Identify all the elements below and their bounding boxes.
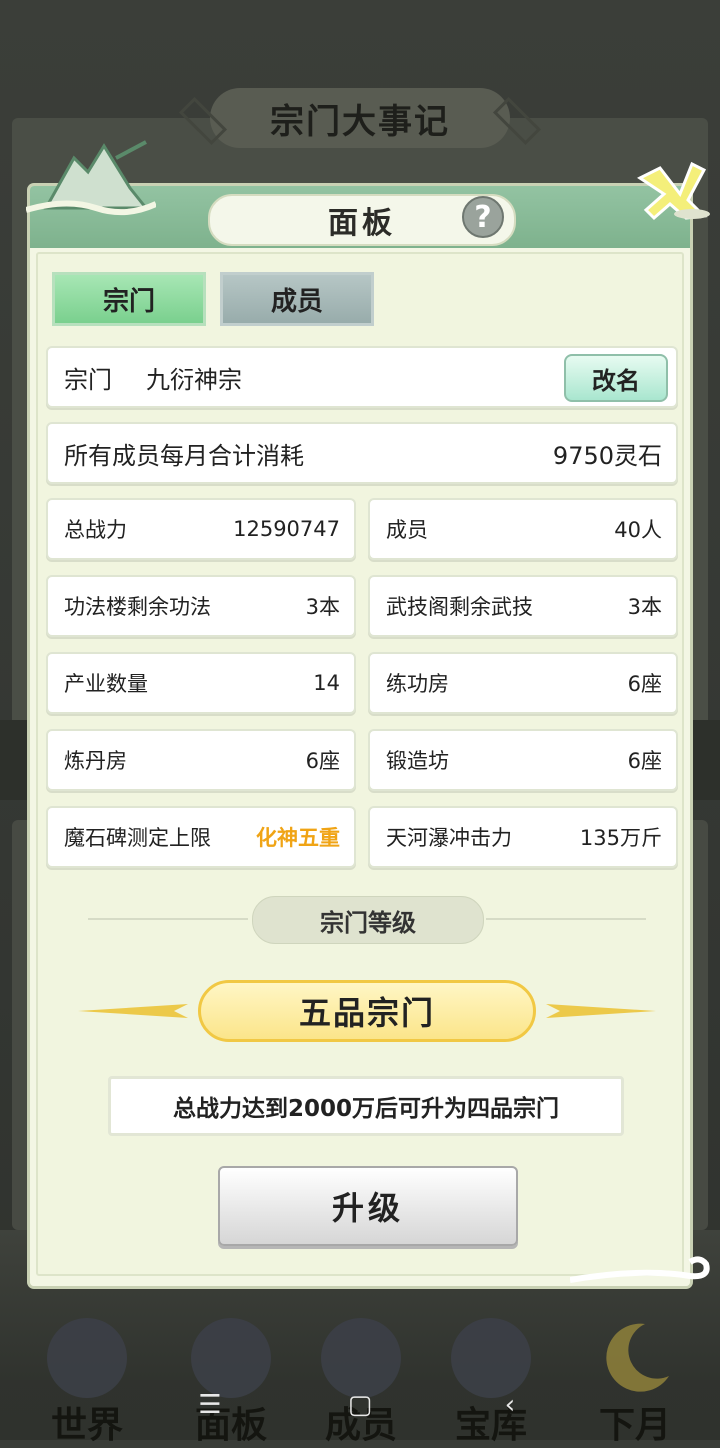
stat-label: 总战力 [64,518,127,542]
modal-content: 宗门 成员 宗门 九衍神宗 改名 所有成员每月合计消耗 9750灵石 总战力 1… [36,252,684,1276]
stat-label: 魔石碑测定上限 [64,826,211,850]
stat-value: 6座 [627,749,662,773]
wing-right-icon [546,1004,656,1018]
back-icon[interactable]: ‹ [490,1388,530,1422]
upgrade-button[interactable]: 升级 [218,1166,518,1246]
panel-modal: 面板 ? 宗门 成员 宗门 九衍神宗 改名 所有成员每月合计消耗 9750灵石 [26,140,710,1286]
tab-members[interactable]: 成员 [220,272,374,326]
stat-magic-stone-limit: 魔石碑测定上限 化神五重 [46,806,356,868]
background-title: 宗门大事记 [210,88,510,148]
stat-label: 产业数量 [64,672,148,696]
sect-grade: 五品宗门 [198,980,536,1042]
stat-label: 功法楼剩余功法 [64,595,211,619]
stat-members: 成员 40人 [368,498,678,560]
sect-label: 宗门 [64,365,112,394]
stat-value: 3本 [627,595,662,619]
stat-label: 锻造坊 [386,749,449,773]
grade-header: 宗门等级 [252,896,484,944]
stat-label: 天河瀑冲击力 [386,826,512,850]
stat-label: 武技阁剩余武技 [386,595,533,619]
stat-label: 炼丹房 [64,749,127,773]
upgrade-requirement: 总战力达到2000万后可升为四品宗门 [108,1076,624,1136]
stat-label: 练功房 [386,672,449,696]
stat-total-power: 总战力 12590747 [46,498,356,560]
divider [486,918,646,920]
monthly-cost-row: 所有成员每月合计消耗 9750灵石 [46,422,678,484]
help-icon[interactable]: ? [462,196,504,238]
cloud-deco-icon [570,1256,710,1283]
stat-value: 6座 [627,672,662,696]
modal-body: 宗门 成员 宗门 九衍神宗 改名 所有成员每月合计消耗 9750灵石 总战力 1… [30,248,690,1286]
monthly-cost-value: 9750灵石 [552,441,662,470]
stat-value: 3本 [305,595,340,619]
stat-value: 14 [313,671,340,695]
stat-training-rooms: 练功房 6座 [368,652,678,714]
wing-left-icon [78,1004,188,1018]
stat-value: 135万斤 [579,826,662,850]
sect-name-label-group: 宗门 九衍神宗 [64,348,242,406]
stat-martial-books: 武技阁剩余武技 3本 [368,575,678,637]
menu-icon[interactable]: ☰ [190,1388,230,1422]
divider [88,918,248,920]
stat-value: 12590747 [233,517,340,541]
mountain-deco-icon [26,140,156,216]
stat-waterfall-force: 天河瀑冲击力 135万斤 [368,806,678,868]
rename-button[interactable]: 改名 [564,354,668,402]
sect-name-row: 宗门 九衍神宗 改名 [46,346,678,408]
stat-industries: 产业数量 14 [46,652,356,714]
monthly-cost-label: 所有成员每月合计消耗 [64,441,304,470]
home-icon[interactable]: ▢ [340,1388,380,1422]
stat-technique-books: 功法楼剩余功法 3本 [46,575,356,637]
tab-sect[interactable]: 宗门 [52,272,206,326]
stat-value: 40人 [614,518,662,542]
system-nav-bar: ☰ ▢ ‹ [0,1370,720,1440]
stat-label: 成员 [386,518,428,542]
close-icon[interactable] [632,160,712,222]
sect-name: 九衍神宗 [146,365,242,394]
stat-value: 6座 [305,749,340,773]
stat-forges: 锻造坊 6座 [368,729,678,791]
stat-value-highlight: 化神五重 [256,826,340,850]
stat-alchemy-rooms: 炼丹房 6座 [46,729,356,791]
